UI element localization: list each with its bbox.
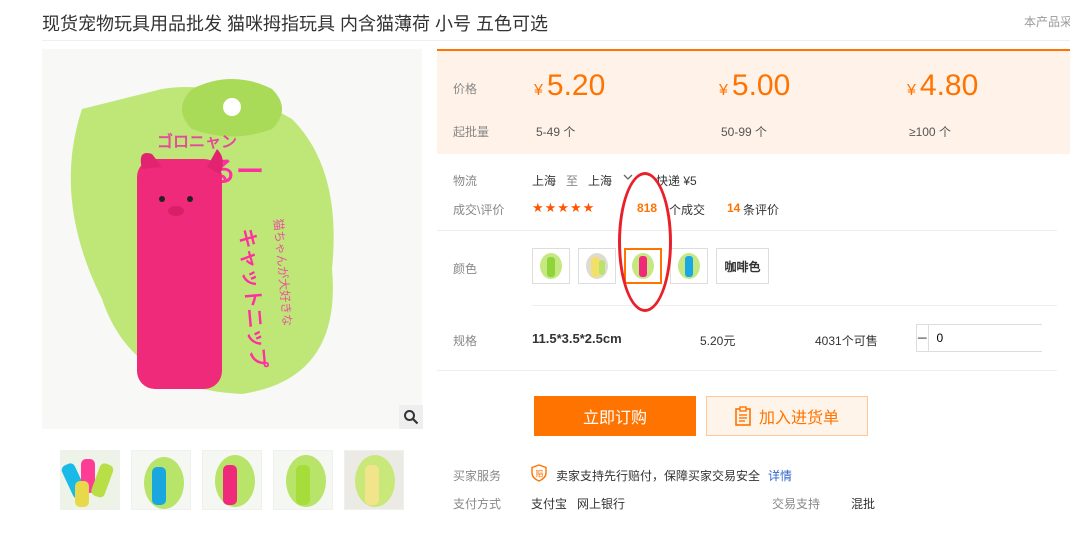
- payment-label: 支付方式: [453, 497, 502, 511]
- logistics-label: 物流: [453, 174, 478, 188]
- add-to-cart-button[interactable]: 加入进货单: [706, 396, 868, 436]
- price-value: 4.80: [919, 69, 979, 102]
- rating-stars: ★★★★★: [532, 200, 596, 215]
- product-title: 现货宠物玩具用品批发 猫咪拇指玩具 内含猫薄荷 小号 五色可选: [42, 14, 549, 34]
- spec-name: 11.5*3.5*2.5cm: [532, 331, 622, 346]
- divider: [437, 230, 1057, 231]
- color-swatch-green[interactable]: [532, 248, 570, 284]
- services-label: 买家服务: [453, 469, 502, 483]
- divider: [437, 370, 1057, 371]
- clipboard-icon: [735, 406, 751, 426]
- moq-range-3: ≥100 个: [909, 125, 951, 139]
- ship-to-select[interactable]: 上海: [588, 172, 612, 189]
- color-label: 颜色: [453, 262, 478, 276]
- color-swatch-yellow[interactable]: [578, 248, 616, 284]
- price-value: 5.20: [546, 69, 606, 102]
- color-option-coffee[interactable]: 咖啡色: [716, 248, 769, 284]
- add-to-cart-label: 加入进货单: [758, 410, 839, 427]
- spec-stock: 4031个可售: [815, 334, 878, 348]
- to-word: 至: [566, 174, 579, 188]
- moq-range-1: 5-49 个: [536, 125, 576, 139]
- deal-count[interactable]: 818: [637, 201, 657, 215]
- trade-support-label: 交易支持: [772, 497, 821, 511]
- thumbnail-2[interactable]: [131, 450, 191, 510]
- currency-symbol: ¥: [719, 82, 728, 99]
- deals-label: 成交\评价: [453, 203, 505, 217]
- thumbnail-5[interactable]: [344, 450, 404, 510]
- review-count[interactable]: 14: [727, 201, 740, 215]
- price-panel: 价格 起批量 ¥ 5.20 ¥ 5.00 ¥ 4.80 5-49 个 50-99…: [437, 49, 1070, 154]
- moq-label: 起批量: [453, 125, 490, 139]
- color-swatch-pink[interactable]: [624, 248, 662, 284]
- divider: [532, 305, 1057, 306]
- decrease-button[interactable]: −: [917, 325, 928, 351]
- price-tier-1: ¥ 5.20: [534, 69, 605, 103]
- thumbnail-4[interactable]: [273, 450, 333, 510]
- deal-count-suffix: 个成交: [669, 203, 706, 217]
- chevron-down-icon[interactable]: [623, 170, 633, 187]
- report-link[interactable]: 本产品采: [1024, 13, 1070, 30]
- payment-method-alipay: 支付宝: [531, 497, 568, 511]
- divider: [42, 40, 1070, 41]
- quantity-stepper: − +: [916, 324, 1070, 352]
- currency-symbol: ¥: [907, 82, 916, 99]
- price-tier-2: ¥ 5.00: [719, 69, 790, 103]
- review-suffix: 条评价: [743, 203, 780, 217]
- trade-support-value: 混批: [851, 497, 876, 511]
- currency-symbol: ¥: [534, 82, 543, 99]
- annotation-circle: [618, 172, 672, 312]
- zoom-button[interactable]: [399, 405, 423, 429]
- thumbnail-3[interactable]: [202, 450, 262, 510]
- thumbnail-1[interactable]: [60, 450, 120, 510]
- ship-from: 上海: [532, 174, 557, 188]
- service-text: 卖家支持先行赔付，保障买家交易安全: [556, 469, 761, 483]
- payment-method-bank: 网上银行: [577, 497, 626, 511]
- price-value: 5.00: [731, 69, 791, 102]
- price-label: 价格: [453, 82, 478, 96]
- price-tier-3: ¥ 4.80: [907, 69, 978, 103]
- spec-label: 规格: [453, 334, 478, 348]
- shield-icon: 赔: [531, 464, 547, 485]
- main-product-image[interactable]: ゴロニャン にぷるー キャットニップ 猫ちゃんが大好きな: [42, 49, 422, 429]
- color-swatch-blue[interactable]: [670, 248, 708, 284]
- svg-text:赔: 赔: [536, 469, 544, 479]
- svg-text:ゴロニャン: ゴロニャン: [157, 132, 237, 151]
- service-details-link[interactable]: 详情: [768, 467, 792, 484]
- search-icon: [404, 410, 419, 425]
- spec-price: 5.20元: [700, 334, 736, 348]
- moq-range-2: 50-99 个: [721, 125, 768, 139]
- quantity-input[interactable]: [927, 325, 1070, 351]
- shipping-method: 快递 ¥5: [656, 174, 697, 188]
- buy-now-button[interactable]: 立即订购: [534, 396, 696, 436]
